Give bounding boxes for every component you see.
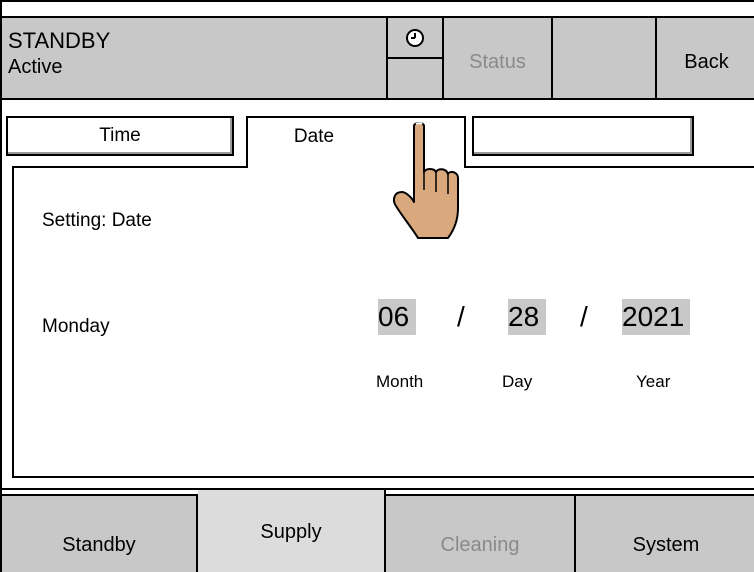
date-separator: / (580, 301, 588, 332)
header-blank-button[interactable] (553, 18, 657, 98)
year-value[interactable]: 2021 (622, 299, 684, 335)
status-button[interactable]: Status (444, 18, 553, 98)
nav-supply-button[interactable]: Supply (198, 490, 386, 572)
clock-icon (406, 28, 424, 47)
day-value[interactable]: 28 (508, 299, 539, 335)
tab-empty[interactable] (472, 116, 694, 156)
nav-standby-button[interactable]: Standby (2, 494, 198, 572)
bottom-navigation: Standby Supply Cleaning System (2, 488, 754, 572)
mode-display: STANDBY Active (2, 18, 388, 98)
device-screen: STANDBY Active Status Back Time Date Set… (0, 0, 754, 572)
nav-system-button[interactable]: System (576, 494, 754, 572)
header-blank-cell (388, 59, 444, 98)
nav-cleaning-label: Cleaning (440, 533, 520, 556)
nav-system-label: System (632, 533, 700, 556)
mode-state: Active (8, 56, 63, 78)
setting-label: Setting: Date (42, 210, 152, 231)
month-caption: Month (376, 372, 424, 391)
pointing-hand-icon (393, 122, 459, 239)
day-caption: Day (502, 372, 533, 391)
back-button[interactable]: Back (657, 18, 754, 98)
header-bar: STANDBY Active Status Back (2, 16, 754, 100)
year-caption: Year (636, 372, 671, 391)
mode-title: STANDBY (8, 28, 111, 53)
date-separator: / (457, 301, 465, 332)
month-value[interactable]: 06 (378, 299, 409, 335)
tab-time[interactable]: Time (6, 116, 234, 156)
tab-time-label: Time (99, 125, 141, 146)
weekday-label: Monday (42, 316, 110, 337)
nav-supply-label: Supply (260, 520, 322, 543)
clock-button[interactable] (388, 18, 444, 59)
nav-standby-label: Standby (62, 533, 136, 556)
nav-cleaning-button[interactable]: Cleaning (386, 494, 576, 572)
tab-date-label: Date (293, 126, 335, 147)
